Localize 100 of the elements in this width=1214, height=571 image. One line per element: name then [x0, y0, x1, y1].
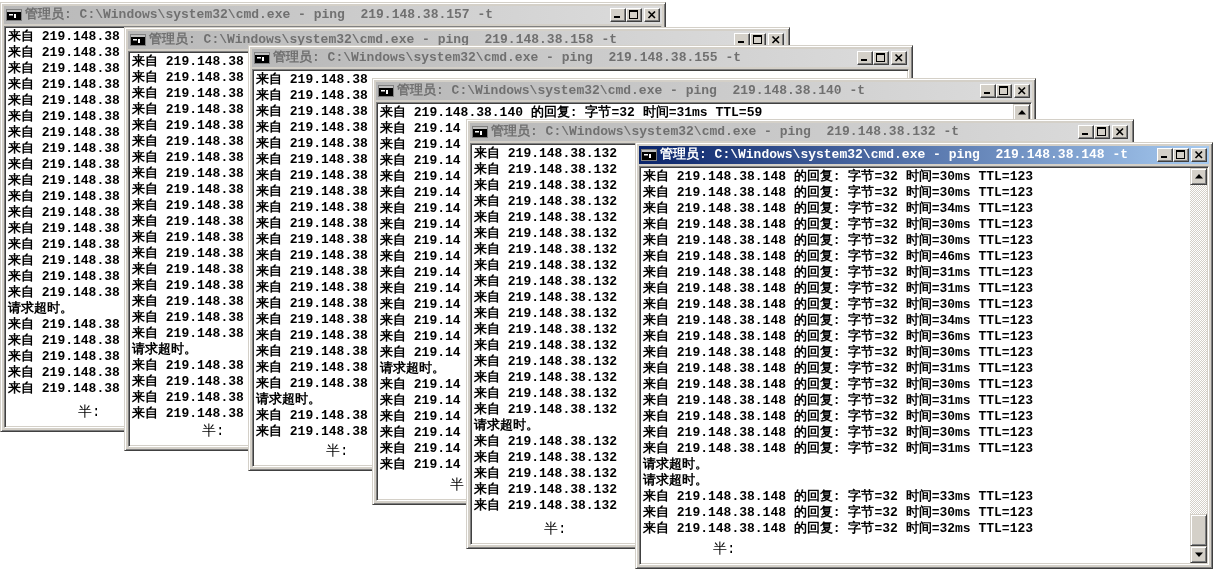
- console-icon: [254, 51, 270, 65]
- console-line: 来自 219.148.38: [132, 246, 244, 262]
- console-line: 来自 219.148.38: [8, 61, 120, 77]
- console-line: 来自 219.148.38: [256, 312, 368, 328]
- console-line: 来自 219.148.38: [132, 326, 244, 342]
- minimize-icon: [1081, 133, 1088, 135]
- ime-status: 半:: [202, 423, 225, 439]
- console-line: 请求超时。: [643, 473, 708, 489]
- maximize-icon: [876, 53, 886, 63]
- console-line: 来自 219.148.38.148 的回复: 字节=32 时间=31ms TTL=123: [643, 265, 1034, 280]
- console-line: 来自 219.148.38.148 的回复: 字节=32 时间=30ms TTL=123: [643, 425, 1034, 440]
- console-line: 来自 219.148.38: [8, 333, 120, 349]
- close-icon: [771, 35, 781, 45]
- console-line: 来自 219.14: [380, 441, 461, 457]
- console-line: 请求超时。: [643, 457, 708, 473]
- scroll-down-button[interactable]: [1190, 546, 1207, 563]
- console-line: 来自 219.148.38: [132, 214, 244, 230]
- console-line: 来自 219.148.38.132: [474, 386, 618, 402]
- console-line: 来自 219.148.38.132: [474, 226, 618, 242]
- console-line: 来自 219.14: [380, 457, 461, 473]
- console-line: 请求超时。: [380, 361, 445, 377]
- console-line: 来自 219.14: [380, 281, 461, 297]
- console-line: 来自 219.148.38: [256, 408, 368, 424]
- console-line: 来自 219.148.38: [8, 29, 120, 45]
- console-line: 来自 219.148.38.148 的回复: 字节=32 时间=30ms TTL=123: [643, 409, 1034, 424]
- minimize-icon: [1160, 156, 1167, 158]
- window-title: 管理员: C:\Windows\system32\cmd.exe - ping 219.148.38.155 -t: [273, 49, 743, 67]
- console-icon: [378, 84, 394, 98]
- close-icon: [1115, 127, 1125, 137]
- close-icon: [894, 53, 904, 63]
- console-line: 来自 219.14: [380, 137, 461, 153]
- console-line: 来自 219.148.38.132: [474, 498, 618, 514]
- console-line: 来自 219.14: [380, 313, 461, 329]
- console-line: 来自 219.148.38.132: [474, 402, 618, 418]
- console-line: 来自 219.148.38: [8, 109, 120, 125]
- minimize-icon: [860, 59, 867, 61]
- console-line: 来自 219.148.38.148 的回复: 字节=32 时间=31ms TTL=123: [643, 441, 1034, 457]
- console-line: 来自 219.148.38: [132, 182, 244, 198]
- scroll-up-button[interactable]: [1190, 168, 1207, 185]
- console-line: 来自 219.148.38: [256, 344, 368, 360]
- console-line: 来自 219.14: [380, 345, 461, 361]
- console-line: 来自 219.14: [380, 121, 461, 137]
- console-line: 来自 219.148.38.132: [474, 146, 618, 162]
- window-title: 管理员: C:\Windows\system32\cmd.exe - ping 219.148.38.158 -t: [149, 31, 619, 49]
- scroll-thumb[interactable]: [1190, 514, 1207, 546]
- close-icon: [647, 10, 657, 20]
- console-line: 来自 219.148.38.148 的回复: 字节=32 时间=31ms TTL=123: [643, 361, 1034, 376]
- console-line: 来自 219.148.38: [8, 317, 120, 333]
- console-line: 来自 219.148.38: [8, 365, 120, 381]
- console-line: 来自 219.14: [380, 201, 461, 217]
- console-line: 来自 219.148.38.132: [474, 466, 618, 482]
- ime-status: 半:: [326, 443, 349, 459]
- console-line: 来自 219.148.38.132: [474, 242, 618, 258]
- console-line: 来自 219.148.38.132: [474, 178, 618, 194]
- console-line: 来自 219.148.38.132: [474, 258, 618, 274]
- minimize-icon: [613, 16, 620, 18]
- console-line: 来自 219.148.38: [256, 136, 368, 152]
- console-line: 来自 219.148.38: [8, 269, 120, 285]
- ime-status: 半:: [713, 541, 736, 557]
- console-line: 来自 219.148.38: [8, 157, 120, 173]
- console-line: 来自 219.148.38: [256, 184, 368, 200]
- console-line: 来自 219.148.38: [256, 232, 368, 248]
- minimize-button[interactable]: [1157, 148, 1173, 162]
- console-line: 来自 219.148.38: [256, 120, 368, 136]
- console-line: 来自 219.148.38.132: [474, 194, 618, 210]
- console-line: 来自 219.148.38: [256, 168, 368, 184]
- console-line: 来自 219.14: [380, 393, 461, 409]
- console-line: 来自 219.148.38.148 的回复: 字节=32 时间=33ms TTL=123: [643, 489, 1034, 504]
- console-line: 来自 219.148.38: [8, 125, 120, 141]
- minimize-icon: [983, 92, 990, 94]
- console-line: 来自 219.148.38: [132, 70, 244, 86]
- console-line: 来自 219.148.38: [256, 376, 368, 392]
- console-line: 来自 219.148.38.132: [474, 306, 618, 322]
- console-line: 来自 219.148.38: [132, 86, 244, 102]
- up-arrow-icon: [1017, 110, 1026, 115]
- console-line: 来自 219.148.38.148 的回复: 字节=32 时间=34ms TTL=123: [643, 201, 1034, 216]
- ime-status: 半: [450, 477, 464, 493]
- console-line: 来自 219.148.38: [132, 358, 244, 374]
- console-line: 来自 219.148.38: [132, 262, 244, 278]
- console-line: 来自 219.148.38: [132, 294, 244, 310]
- maximize-button[interactable]: [1173, 148, 1189, 162]
- console-line: 来自 219.148.38.148 的回复: 字节=32 时间=34ms TTL=123: [643, 313, 1034, 328]
- console-line: 来自 219.14: [380, 265, 461, 281]
- console-line: 来自 219.148.38.148 的回复: 字节=32 时间=31ms TTL=123: [643, 281, 1034, 296]
- console-line: 来自 219.148.38: [8, 173, 120, 189]
- console-line: 来自 219.148.38.132: [474, 210, 618, 226]
- console-line: 来自 219.148.38: [8, 45, 120, 61]
- close-icon: [1017, 86, 1027, 96]
- up-arrow-icon: [1194, 174, 1203, 179]
- console-line: 来自 219.148.38.148 的回复: 字节=32 时间=30ms TTL=123: [643, 345, 1034, 360]
- console-line: 来自 219.14: [380, 169, 461, 185]
- console-line: 来自 219.148.38: [8, 381, 120, 397]
- close-button[interactable]: [1191, 148, 1207, 162]
- console-line: 来自 219.148.38: [8, 205, 120, 221]
- console-line: 来自 219.148.38.132: [474, 370, 618, 386]
- console-line: 来自 219.148.38: [132, 390, 244, 406]
- console-line: 来自 219.14: [380, 233, 461, 249]
- console-line: 来自 219.148.38: [8, 237, 120, 253]
- console-line: 来自 219.148.38: [8, 285, 120, 301]
- console-line: 来自 219.148.38: [256, 216, 368, 232]
